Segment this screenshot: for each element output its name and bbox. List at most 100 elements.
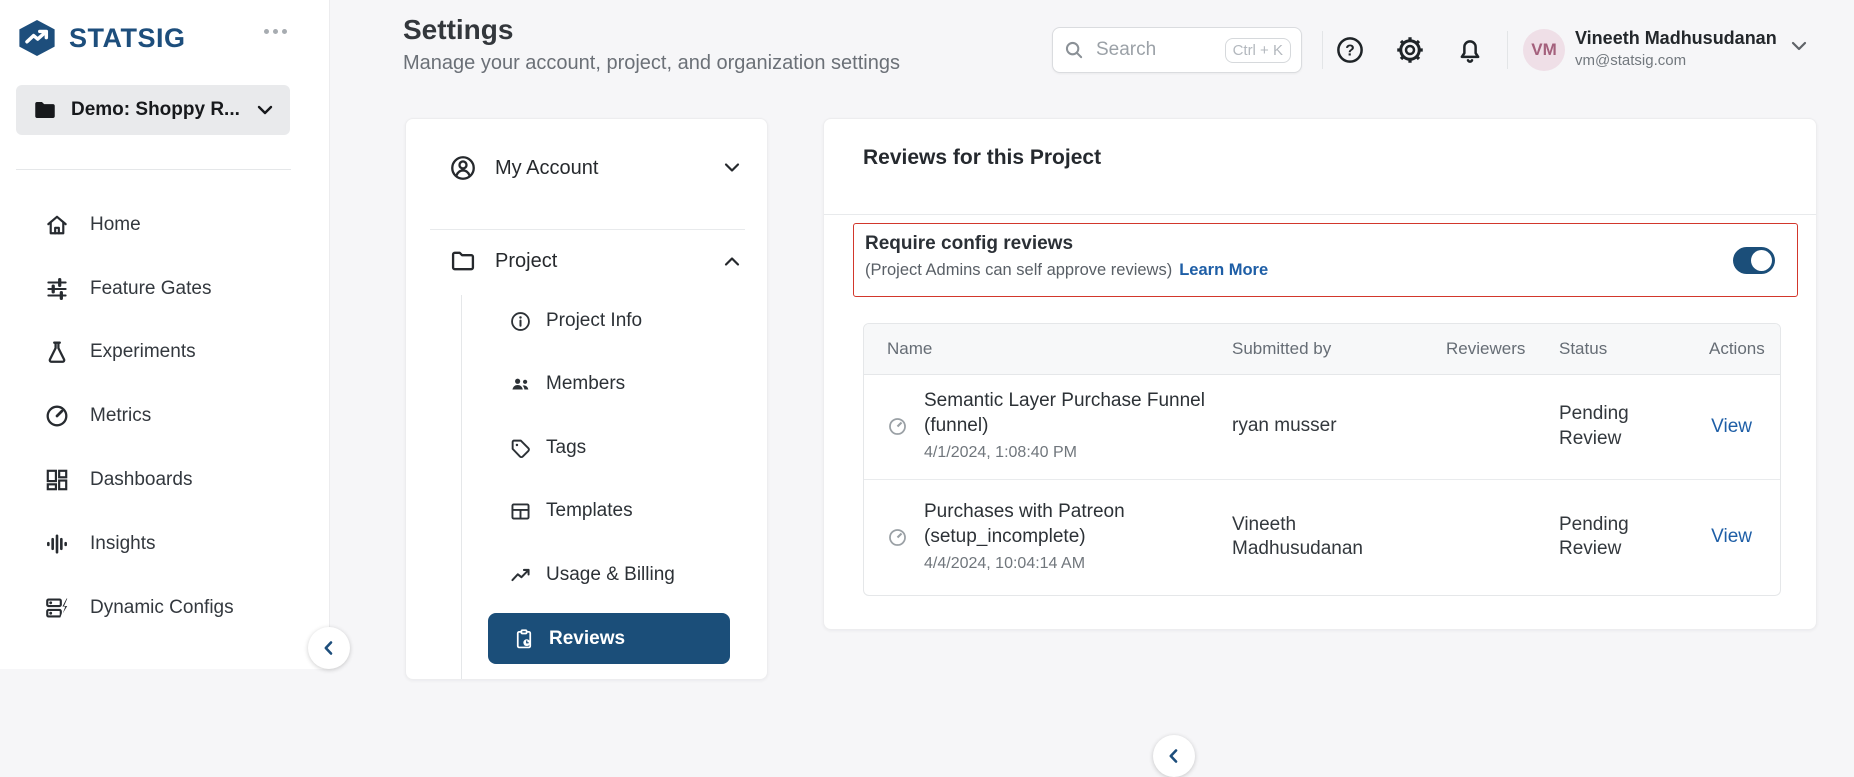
server-bolt-icon <box>44 595 70 621</box>
settings-nav-card: My Account Project Project Info Members … <box>405 118 1195 777</box>
sidebar-item-metrics[interactable]: Metrics <box>0 394 330 438</box>
nav-item-label: Tags <box>546 437 587 458</box>
flask-icon <box>44 339 70 365</box>
folder-icon <box>32 97 58 123</box>
nav-item-label: Reviews <box>549 627 626 649</box>
statsig-hexagon-icon <box>16 19 58 57</box>
status: Pending Review <box>1559 513 1629 560</box>
home-icon <box>44 212 70 238</box>
config-gauge-icon <box>887 416 908 437</box>
panel-title: Reviews for this Project <box>863 146 1102 169</box>
require-reviews-toggle[interactable] <box>1733 247 1775 274</box>
sidebar-item-label: Dynamic Configs <box>90 597 234 618</box>
nav-item-label: Usage & Billing <box>546 564 675 585</box>
chevron-down-icon <box>723 162 741 174</box>
reviews-panel: Reviews for this Project Require config … <box>823 118 1817 630</box>
avatar-initials: VM <box>1531 40 1557 59</box>
sidebar-item-dynamic-configs[interactable]: Dynamic Configs <box>0 586 330 630</box>
require-reviews-title: Require config reviews <box>865 233 1074 254</box>
nav-section-project[interactable]: Project <box>406 237 767 285</box>
config-timestamp: 4/4/2024, 10:04:14 AM <box>924 554 1086 572</box>
project-selector[interactable]: Demo: Shoppy R... <box>16 85 290 135</box>
search-shortcut-badge: Ctrl + K <box>1224 37 1291 63</box>
search-input[interactable] <box>1094 38 1216 62</box>
reviews-table: Name Submitted by Reviewers Status Actio… <box>863 323 1781 596</box>
reviews-clipboard-icon <box>513 628 535 650</box>
statsig-logo[interactable]: STATSIG <box>16 19 186 57</box>
folder-outline-icon <box>449 247 477 275</box>
sidebar-item-label: Experiments <box>90 341 196 362</box>
gear-icon <box>1395 35 1425 65</box>
topbar-divider <box>1322 31 1323 69</box>
nav-section-label: My Account <box>495 156 599 179</box>
chevron-down-icon <box>256 104 274 116</box>
view-link[interactable]: View <box>1711 416 1752 437</box>
nav-item-project-info[interactable]: Project Info <box>509 301 642 341</box>
sidebar-item-label: Insights <box>90 533 156 554</box>
nav-section-my-account[interactable]: My Account <box>406 144 767 192</box>
column-header-submitted-by: Submitted by <box>1216 324 1430 375</box>
members-icon <box>509 373 532 396</box>
nav-item-tags[interactable]: Tags <box>509 428 586 468</box>
notifications-button[interactable] <box>1453 33 1487 67</box>
sidebar-item-home[interactable]: Home <box>0 203 330 247</box>
nav-item-label: Members <box>546 373 626 394</box>
nav-item-reviews[interactable]: Reviews <box>488 613 730 664</box>
submitted-by: Vineeth Madhusudanan <box>1232 513 1363 560</box>
settings-button[interactable] <box>1393 33 1427 67</box>
help-icon: ? <box>1335 35 1365 65</box>
sidebar-collapse-button[interactable] <box>308 627 350 669</box>
user-email: vm@statsig.com <box>1575 52 1687 69</box>
chevron-up-icon <box>723 255 741 267</box>
account-circle-icon <box>449 154 477 182</box>
nav-tree-line <box>461 295 462 679</box>
feature-gates-icon <box>44 276 70 302</box>
waveform-icon <box>44 531 70 557</box>
sidebar-item-experiments[interactable]: Experiments <box>0 330 330 374</box>
bell-icon <box>1455 35 1485 65</box>
nav-section-label: Project <box>495 249 558 272</box>
column-header-actions: Actions <box>1693 324 1780 375</box>
nav-item-usage-billing[interactable]: Usage & Billing <box>509 555 675 595</box>
require-reviews-note: (Project Admins can self approve reviews… <box>865 261 1173 279</box>
sidebar-item-dashboards[interactable]: Dashboards <box>0 458 330 502</box>
help-button[interactable]: ? <box>1333 33 1367 67</box>
svg-text:?: ? <box>1345 43 1355 60</box>
require-config-reviews-box: Require config reviews (Project Admins c… <box>853 223 1798 297</box>
chevron-left-icon <box>1164 746 1184 766</box>
user-avatar[interactable]: VM <box>1523 29 1565 71</box>
card-divider <box>430 229 745 230</box>
templates-icon <box>509 500 532 523</box>
panel-divider <box>824 214 1816 215</box>
column-header-reviewers: Reviewers <box>1430 324 1543 375</box>
brand-name: STATSIG <box>69 22 186 53</box>
gauge-icon <box>44 403 70 429</box>
user-menu-chevron-icon[interactable] <box>1789 39 1809 53</box>
learn-more-link[interactable]: Learn More <box>1179 261 1268 279</box>
nav-item-label: Templates <box>546 500 633 521</box>
dashboard-grid-icon <box>44 467 70 493</box>
sidebar-item-label: Dashboards <box>90 469 193 490</box>
view-link[interactable]: View <box>1711 526 1752 547</box>
overflow-menu-icon[interactable] <box>264 29 287 34</box>
chevron-left-icon <box>319 638 339 658</box>
column-header-name: Name <box>864 324 1216 375</box>
nav-item-members[interactable]: Members <box>509 364 625 404</box>
status: Pending Review <box>1559 402 1629 449</box>
trending-up-icon <box>509 564 532 587</box>
table-row[interactable]: Purchases with Patreon (setup_incomplete… <box>864 478 1780 595</box>
search-box[interactable]: Ctrl + K <box>1052 27 1302 73</box>
sidebar-item-feature-gates[interactable]: Feature Gates <box>0 267 330 311</box>
sidebar-item-label: Feature Gates <box>90 278 212 299</box>
table-row[interactable]: Semantic Layer Purchase Funnel (funnel) … <box>864 374 1780 479</box>
sidebar-item-insights[interactable]: Insights <box>0 522 330 566</box>
nav-item-templates[interactable]: Templates <box>509 491 633 531</box>
toggle-knob <box>1751 250 1772 271</box>
table-header-row: Name Submitted by Reviewers Status Actio… <box>864 324 1780 375</box>
config-name: Purchases with Patreon (setup_incomplete… <box>924 501 1125 547</box>
settings-nav-collapse-button[interactable] <box>1153 735 1195 777</box>
user-name: Vineeth Madhusudanan <box>1575 28 1777 48</box>
submitted-by: ryan musser <box>1232 415 1337 437</box>
sidebar-divider <box>16 169 291 170</box>
sidebar-item-label: Home <box>90 214 141 235</box>
